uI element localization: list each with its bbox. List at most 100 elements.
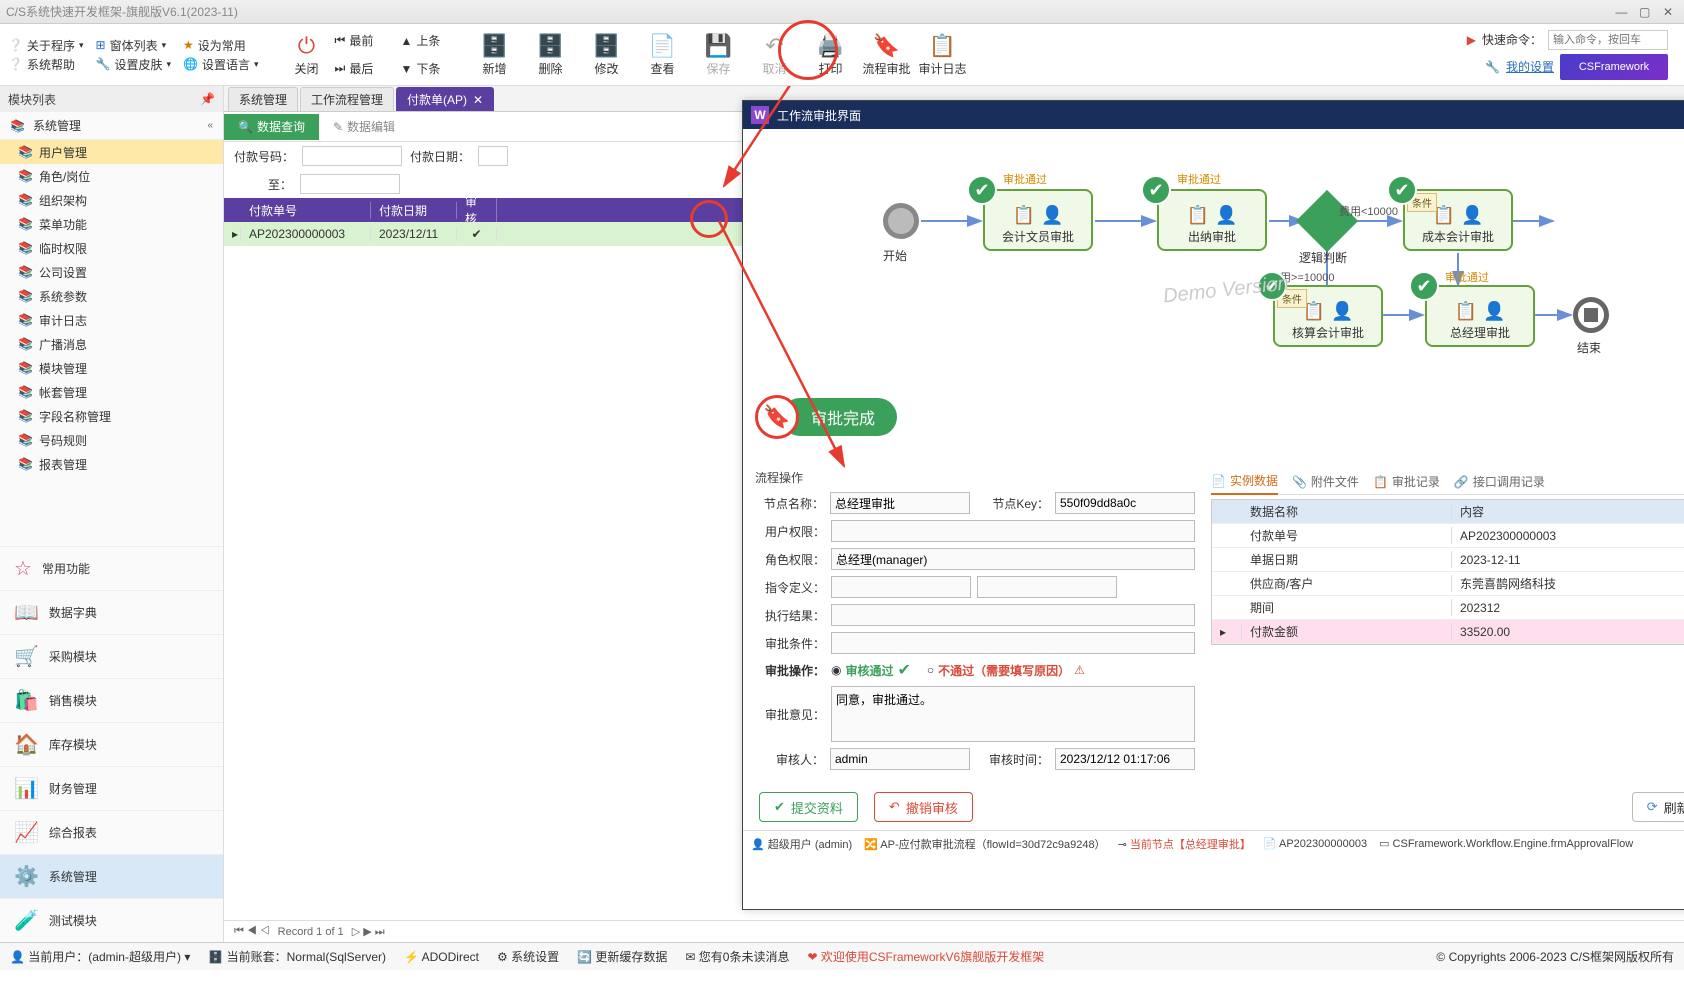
delete-button[interactable]: 🗄️删除 (523, 25, 579, 85)
label-to: 至： (234, 176, 292, 193)
sidebar-mod-7[interactable]: ⚙️系统管理 (0, 854, 223, 898)
sidebar-node-4[interactable]: 📚临时权限 (0, 236, 223, 260)
sidebar-node-6[interactable]: 📚系统参数 (0, 284, 223, 308)
clipboard-icon: 📋 (1013, 205, 1035, 226)
menu-about[interactable]: ❔关于程序▾ (8, 37, 84, 54)
tab-close-icon[interactable]: ✕ (473, 93, 483, 107)
first-button[interactable]: ⏮最前 (335, 27, 401, 55)
print-button[interactable]: 🖨️打印 (803, 25, 859, 85)
check-badge-5: ✔ (1409, 271, 1439, 301)
maximize-icon[interactable]: ▢ (1635, 5, 1655, 19)
cond1-label: 费用<10000 (1339, 203, 1398, 219)
pager[interactable]: ⏮ ◀ ◁ Record 1 of 1 ▷ ▶ ⏭ (224, 920, 1684, 942)
menu-setcommon[interactable]: ★设为常用 (183, 37, 259, 54)
last-button[interactable]: ⏭最后 (335, 55, 401, 83)
rtab-api[interactable]: 🔗接口调用记录 (1454, 473, 1545, 490)
menu-help[interactable]: ❔系统帮助 (8, 56, 84, 73)
sidebar-mod-8[interactable]: 🧪测试模块 (0, 898, 223, 942)
menu-skin[interactable]: 🔧设置皮肤▾ (96, 56, 172, 73)
rtab-approvelog[interactable]: 📋审批记录 (1373, 473, 1440, 490)
sidebar-mod-3[interactable]: 🛍️销售模块 (0, 678, 223, 722)
updcache-link[interactable]: 🔄 更新缓存数据 (577, 948, 667, 965)
edit-button[interactable]: 🗄️修改 (579, 25, 635, 85)
approve-button[interactable]: 🔖流程审批 (859, 25, 915, 85)
subtab-edit[interactable]: ✎数据编辑 (319, 114, 409, 140)
warn-icon: ⚠ (1074, 663, 1085, 677)
sidebar-node-2[interactable]: 📚组织架构 (0, 188, 223, 212)
flow-node-5[interactable]: 📋👤总经理审批 (1425, 285, 1535, 347)
tab-system[interactable]: 系统管理 (228, 87, 298, 111)
sidebar-node-9[interactable]: 📚模块管理 (0, 356, 223, 380)
label-no: 付款号码： (234, 148, 294, 165)
input-date-from[interactable] (478, 146, 508, 166)
node-key-input (1055, 492, 1195, 514)
sidebar-mod-4[interactable]: 🏠库存模块 (0, 722, 223, 766)
msg-link[interactable]: ✉ 您有0条未读消息 (685, 948, 789, 965)
tab-workflow[interactable]: 工作流程管理 (300, 87, 394, 111)
module-icon: ⚙️ (14, 864, 39, 889)
cell-no: AP202300000003 (241, 227, 371, 241)
sidebar-mod-1[interactable]: 📖数据字典 (0, 590, 223, 634)
pin-icon[interactable]: 📌 (200, 92, 215, 106)
prev-button[interactable]: ▲上条 (401, 27, 467, 55)
down-icon: ▼ (401, 62, 413, 76)
layers-icon: 📚 (10, 119, 25, 133)
flow-node-1[interactable]: 📋👤会计文员审批 (983, 189, 1093, 251)
sidebar-node-7[interactable]: 📚审计日志 (0, 308, 223, 332)
menu-lang[interactable]: 🌐设置语言▾ (183, 56, 259, 73)
cell-date: 2023/12/11 (371, 227, 457, 241)
quick-input[interactable] (1548, 30, 1668, 50)
sidebar-node-5[interactable]: 📚公司设置 (0, 260, 223, 284)
input-to[interactable] (300, 174, 400, 194)
minimize-icon[interactable]: — (1611, 5, 1631, 19)
quick-label: 快速命令： (1482, 31, 1542, 48)
cmd-input (831, 576, 971, 598)
sidebar-mod-6[interactable]: 📈综合报表 (0, 810, 223, 854)
sidebar-mod-0[interactable]: ☆常用功能 (0, 546, 223, 590)
up-icon: ▲ (401, 34, 413, 48)
attach-icon: 📎 (1292, 475, 1307, 489)
undo-icon: ↶ (889, 799, 900, 815)
sidebar-node-0[interactable]: 📚用户管理 (0, 140, 223, 164)
close-icon[interactable]: ✕ (1658, 5, 1678, 19)
sidebar-mod-2[interactable]: 🛒采购模块 (0, 634, 223, 678)
sidebar-node-1[interactable]: 📚角色/岗位 (0, 164, 223, 188)
close-button[interactable]: ⏻关闭 (279, 25, 335, 85)
audit-button[interactable]: 📋审计日志 (915, 25, 971, 85)
submit-button[interactable]: ✔提交资料 (759, 792, 858, 822)
sidebar-node-10[interactable]: 📚帐套管理 (0, 380, 223, 404)
radio-fail[interactable]: ○不通过（需要填写原因）⚠ (927, 662, 1085, 679)
menu-winlist[interactable]: ⊞窗体列表▾ (96, 37, 172, 54)
refresh-button[interactable]: ⟳刷新数据 (1632, 792, 1684, 822)
layers-icon: 📚 (18, 409, 33, 423)
layers-icon: 📚 (18, 169, 33, 183)
power-icon: ⏻ (298, 32, 315, 60)
api-icon: 🔗 (1454, 475, 1469, 489)
window-title: C/S系统快速开发框架-旗舰版V6.1(2023-11) (6, 3, 1611, 20)
sidebar-node-12[interactable]: 📚号码规则 (0, 428, 223, 452)
syscfg-link[interactable]: ⚙ 系统设置 (497, 948, 559, 965)
sidebar-category[interactable]: 📚系统管理« (0, 112, 223, 140)
view-button[interactable]: 📄查看 (635, 25, 691, 85)
my-settings-link[interactable]: 我的设置 (1506, 58, 1554, 75)
add-button[interactable]: 🗄️新增 (467, 25, 523, 85)
radio-pass[interactable]: ◉审核通过✔ (831, 660, 911, 680)
tab-ap[interactable]: 付款单(AP)✕ (396, 87, 494, 111)
rtab-instance[interactable]: 📄实例数据 (1211, 469, 1278, 495)
revoke-button[interactable]: ↶撤销审核 (874, 792, 973, 822)
layers-icon: 📚 (18, 289, 33, 303)
save-button: 💾保存 (691, 25, 747, 85)
layers-icon: 📚 (18, 385, 33, 399)
rtab-attach[interactable]: 📎附件文件 (1292, 473, 1359, 490)
sidebar-node-11[interactable]: 📚字段名称管理 (0, 404, 223, 428)
sidebar-node-8[interactable]: 📚广播消息 (0, 332, 223, 356)
sidebar-node-3[interactable]: 📚菜单功能 (0, 212, 223, 236)
sidebar-mod-5[interactable]: 📊财务管理 (0, 766, 223, 810)
db-add-icon: 🗄️ (481, 32, 508, 60)
next-button[interactable]: ▼下条 (401, 55, 467, 83)
input-no[interactable] (302, 146, 402, 166)
opinion-input[interactable]: 同意，审批通过。 (831, 686, 1195, 742)
sidebar-node-13[interactable]: 📚报表管理 (0, 452, 223, 476)
subtab-query[interactable]: 🔍数据查询 (224, 114, 319, 140)
flow-node-2[interactable]: 📋👤出纳审批 (1157, 189, 1267, 251)
